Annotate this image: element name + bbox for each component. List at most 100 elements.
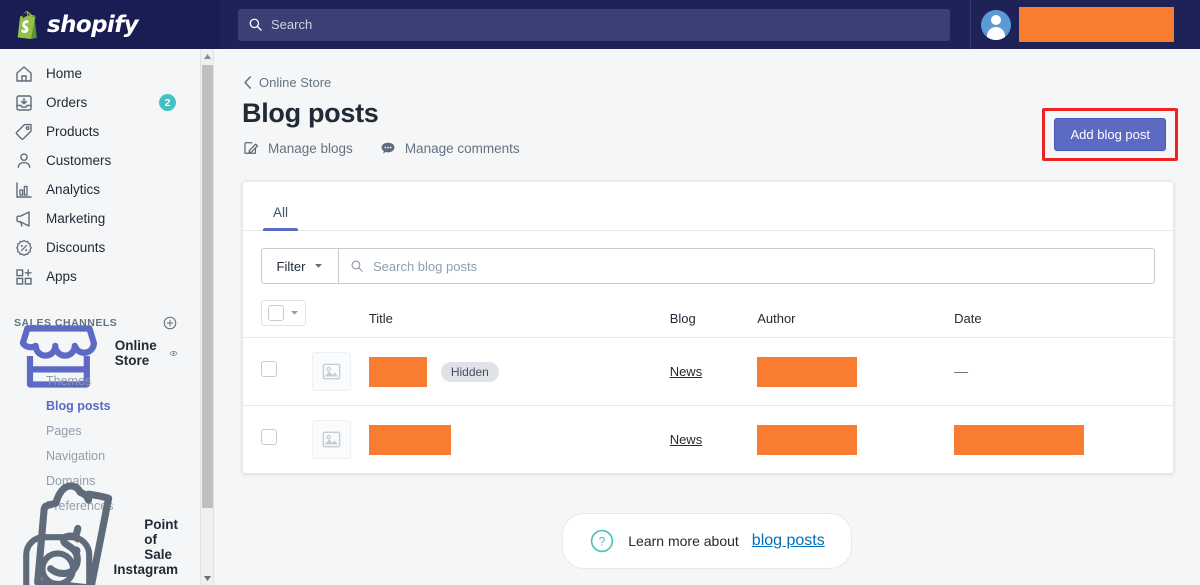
plus-circle-icon[interactable] bbox=[162, 315, 178, 331]
home-icon bbox=[16, 65, 32, 82]
chevron-down-icon bbox=[315, 264, 323, 268]
manage-blogs-label: Manage blogs bbox=[268, 140, 353, 156]
top-bar: shopify Search bbox=[0, 0, 1200, 49]
card-tabs: All bbox=[243, 182, 1173, 231]
add-blog-post-button[interactable]: Add blog post bbox=[1054, 118, 1166, 151]
table-row[interactable]: News bbox=[243, 406, 1173, 474]
filter-button-label: Filter bbox=[276, 258, 306, 274]
search-icon bbox=[351, 260, 363, 272]
manage-comments-link[interactable]: Manage comments bbox=[379, 139, 520, 157]
edit-pencil-icon bbox=[244, 142, 259, 154]
main-content: Online Store Blog posts Manage blogs Man… bbox=[214, 49, 1200, 585]
sidebar-scrollbar[interactable] bbox=[200, 49, 213, 585]
comment-bubble-icon bbox=[381, 142, 395, 154]
sidebar-item-label: Home bbox=[46, 66, 83, 81]
manage-blogs-link[interactable]: Manage blogs bbox=[242, 139, 353, 157]
bar-chart-icon bbox=[16, 181, 32, 198]
sidebar-item-label: Orders bbox=[46, 95, 88, 110]
tab-all[interactable]: All bbox=[263, 205, 299, 231]
blog-posts-card: All Filter Search blog posts Title Blog … bbox=[242, 181, 1174, 474]
sidebar-item-label: Instagram bbox=[113, 561, 178, 577]
sidebar-nav: Home Orders 2 Products Customers Analyti… bbox=[0, 49, 200, 585]
sidebar-item-home[interactable]: Home bbox=[0, 59, 200, 88]
orders-count-badge: 2 bbox=[159, 94, 176, 111]
table-header-thumbnail bbox=[312, 300, 369, 338]
sidebar-item-discounts[interactable]: Discounts bbox=[0, 233, 200, 262]
shopify-logo[interactable]: shopify bbox=[0, 0, 220, 49]
sidebar-item-label: Themes bbox=[46, 373, 92, 388]
learn-more-pill[interactable]: ? Learn more about blog posts bbox=[562, 513, 852, 569]
tag-icon bbox=[15, 123, 32, 140]
sidebar-item-label: Navigation bbox=[46, 448, 106, 463]
search-blog-posts-placeholder: Search blog posts bbox=[373, 258, 478, 274]
blog-posts-table: Title Blog Author Date Hidden News — New… bbox=[243, 300, 1173, 473]
sidebar-item-marketing[interactable]: Marketing bbox=[0, 204, 200, 233]
sidebar-item-orders[interactable]: Orders 2 bbox=[0, 88, 200, 117]
svg-text:?: ? bbox=[599, 535, 606, 549]
user-avatar-icon bbox=[981, 9, 1011, 40]
sidebar-item-label: Pages bbox=[46, 423, 82, 438]
orders-inbox-icon bbox=[16, 94, 32, 111]
question-circle-icon: ? bbox=[591, 529, 614, 553]
sidebar-item-analytics[interactable]: Analytics bbox=[0, 175, 200, 204]
brand-name: shopify bbox=[47, 11, 139, 38]
chevron-left-icon bbox=[244, 76, 252, 89]
row-blog-link[interactable]: News bbox=[670, 432, 703, 447]
breadcrumb[interactable]: Online Store bbox=[242, 75, 331, 90]
checkbox-icon[interactable] bbox=[268, 305, 284, 321]
row-date: — bbox=[954, 362, 969, 379]
row-checkbox-icon[interactable] bbox=[261, 429, 277, 445]
tab-label: All bbox=[273, 205, 289, 220]
store-name-redacted bbox=[1019, 7, 1174, 42]
manage-comments-label: Manage comments bbox=[404, 140, 520, 156]
select-all-control[interactable] bbox=[261, 300, 306, 326]
sidebar-item-label: Apps bbox=[46, 269, 77, 284]
sidebar-item-label: Analytics bbox=[46, 182, 101, 197]
filter-row: Filter Search blog posts bbox=[261, 248, 1155, 284]
sidebar-item-products[interactable]: Products bbox=[0, 117, 200, 146]
blog-posts-help-link[interactable]: blog posts bbox=[752, 532, 825, 550]
sidebar-item-customers[interactable]: Customers bbox=[0, 146, 200, 175]
add-blog-post-annotation: Add blog post bbox=[1042, 108, 1178, 161]
breadcrumb-label: Online Store bbox=[259, 75, 332, 90]
table-header-blog: Blog bbox=[669, 311, 696, 326]
row-author-redacted bbox=[757, 356, 858, 387]
sidebar-item-label: Blog posts bbox=[46, 398, 111, 413]
sidebar-item-label: Discounts bbox=[46, 240, 106, 255]
table-header-row: Title Blog Author Date bbox=[243, 300, 1173, 338]
search-blog-posts-input[interactable]: Search blog posts bbox=[339, 248, 1155, 284]
eye-icon[interactable] bbox=[169, 345, 178, 362]
shopify-bag-icon bbox=[17, 10, 37, 39]
sidebar-item-apps[interactable]: Apps bbox=[0, 262, 200, 291]
row-date-redacted bbox=[954, 424, 1085, 455]
row-author-redacted bbox=[757, 424, 858, 455]
global-search-placeholder: Search bbox=[271, 17, 313, 32]
table-row[interactable]: Hidden News — bbox=[243, 337, 1173, 406]
topbar-search-area: Search bbox=[220, 8, 970, 41]
global-search-input[interactable]: Search bbox=[238, 8, 950, 41]
chevron-down-icon[interactable] bbox=[290, 310, 299, 316]
sidebar-scrollbar-thumb[interactable] bbox=[202, 65, 213, 508]
sidebar-item-online-store[interactable]: Online Store bbox=[0, 325, 200, 388]
row-title-redacted bbox=[368, 356, 427, 387]
table-header-title: Title bbox=[368, 311, 393, 326]
status-badge: Hidden bbox=[440, 361, 499, 382]
person-icon bbox=[17, 152, 31, 168]
account-menu[interactable] bbox=[970, 0, 1200, 49]
sidebar-item-navigation[interactable]: Navigation bbox=[0, 443, 200, 468]
sidebar-item-label: Marketing bbox=[46, 211, 106, 226]
sidebar-item-label: Online Store bbox=[114, 338, 157, 368]
filter-button[interactable]: Filter bbox=[261, 248, 339, 284]
image-placeholder-icon bbox=[311, 420, 351, 459]
image-placeholder-icon bbox=[311, 352, 351, 391]
learn-more-text: Learn more about bbox=[628, 533, 739, 549]
row-blog-link[interactable]: News bbox=[670, 364, 703, 379]
shopify-admin-screen: shopify Search Home Orders 2 Products Cu… bbox=[0, 0, 1200, 585]
percent-badge-icon bbox=[16, 239, 32, 256]
apps-grid-icon bbox=[16, 268, 32, 285]
row-checkbox-icon[interactable] bbox=[261, 361, 277, 377]
row-title-redacted bbox=[368, 424, 451, 455]
table-header-author: Author bbox=[757, 311, 796, 326]
sidebar-item-label: Customers bbox=[46, 153, 112, 168]
sidebar-item-pages[interactable]: Pages bbox=[0, 418, 200, 443]
